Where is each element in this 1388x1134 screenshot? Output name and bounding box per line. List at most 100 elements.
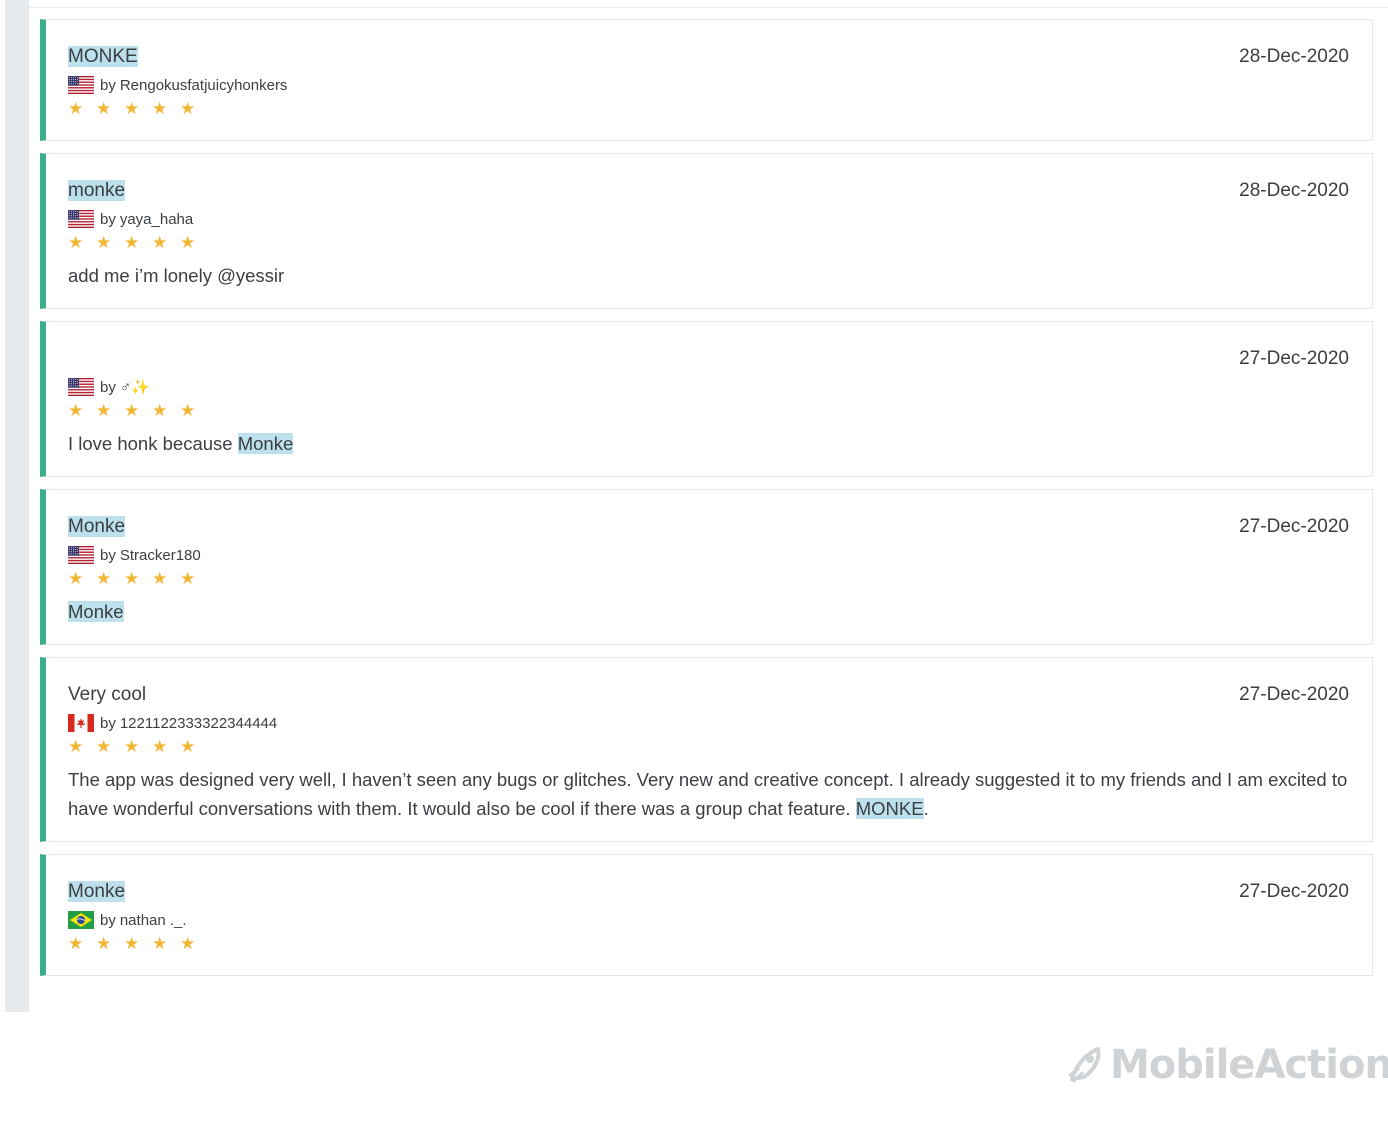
by-label: by [100,546,116,564]
review-card: Very cool 27-Dec-2020 by 122112233332234444… [40,657,1373,842]
star-icon: ★ [152,934,168,953]
review-body: Monke [68,597,1348,626]
review-author-row: by yaya_haha [68,208,1348,230]
by-label: by [100,714,116,732]
star-icon: ★ [180,401,196,420]
us-flag-icon [68,378,94,396]
review-author-row: by ♂✨ [68,376,1348,398]
review-card: Monke 27-Dec-2020 by Stracker180 ★ ★ ★ ★ ★ Monke [40,489,1373,645]
star-icon: ★ [180,569,196,588]
star-icon: ★ [68,99,84,118]
star-icon: ★ [96,99,112,118]
by-label: by [100,911,116,929]
review-date: 27-Dec-2020 [1239,348,1349,369]
review-body: add me i’m lonely @yessir [68,261,1348,290]
left-rail [5,0,29,1012]
review-card: monke 28-Dec-2020 by yaya_haha ★ ★ ★ ★ ★ add me i… [40,153,1373,309]
us-flag-icon [68,76,94,94]
title-text: Very cool [68,684,147,705]
us-flag-icon [68,546,94,564]
star-icon: ★ [68,233,84,252]
review-date: 27-Dec-2020 [1239,881,1349,902]
review-author-row: by 1221122333322344444 [68,712,1348,734]
star-icon: ★ [96,401,112,420]
review-author: nathan ._. [119,911,187,929]
keyword-highlight: MONKE [68,46,138,67]
body-text: . [923,798,929,819]
star-rating: ★ ★ ★ ★ ★ [68,734,1348,760]
star-icon: ★ [152,569,168,588]
star-icon: ★ [152,233,168,252]
by-label: by [100,378,116,396]
star-icon: ★ [124,569,140,588]
star-icon: ★ [124,934,140,953]
review-author: ♂✨ [119,379,150,396]
reviews-viewport: MONKE 28-Dec-2020 by Rengokusfatjuicyhonker… [0,0,1388,1012]
us-flag-icon [68,210,94,228]
review-author: Rengokusfatjuicyhonkers [119,76,288,94]
review-date: 27-Dec-2020 [1239,516,1349,537]
star-icon: ★ [180,233,196,252]
keyword-highlight: Monke [68,881,126,902]
star-icon: ★ [96,569,112,588]
star-icon: ★ [68,401,84,420]
review-author-row: by Stracker180 [68,544,1348,566]
body-text: add me i’m lonely @yessir [68,265,285,286]
star-icon: ★ [152,737,168,756]
review-date: 28-Dec-2020 [1239,180,1349,201]
star-rating: ★ ★ ★ ★ ★ [68,398,1348,424]
star-icon: ★ [152,401,168,420]
star-icon: ★ [96,934,112,953]
star-icon: ★ [96,233,112,252]
star-rating: ★ ★ ★ ★ ★ [68,230,1348,256]
keyword-highlight: Monke [68,516,126,537]
brand-watermark: MobileAction [1066,1041,1388,1089]
by-label: by [100,76,116,94]
keyword-highlight: monke [68,180,126,201]
star-rating: ★ ★ ★ ★ ★ [68,566,1348,592]
review-title [68,346,1348,372]
review-body: I love honk because Monke [68,429,1348,458]
review-author: 1221122333322344444 [119,714,278,732]
review-title: Monke [68,879,1348,905]
review-title: Very cool [68,682,1348,708]
mobileaction-logo-icon [1068,1047,1101,1083]
star-rating: ★ ★ ★ ★ ★ [68,96,1348,122]
brand-name: MobileAction [1110,1042,1388,1088]
by-label: by [100,210,116,228]
review-author: yaya_haha [119,210,194,228]
star-icon: ★ [68,934,84,953]
review-body: The app was designed very well, I haven’… [68,765,1348,823]
review-date: 27-Dec-2020 [1239,684,1349,705]
review-author-row: by nathan ._. [68,909,1348,931]
review-author: Stracker180 [119,546,201,564]
review-title: MONKE [68,44,1348,70]
body-text: I love honk because [68,433,238,454]
star-icon: ★ [180,737,196,756]
keyword-highlight: Monke [237,433,294,454]
star-icon: ★ [96,737,112,756]
star-icon: ★ [124,401,140,420]
review-list: MONKE 28-Dec-2020 by Rengokusfatjuicyhonker… [40,19,1373,988]
star-icon: ★ [124,737,140,756]
review-card: Monke 27-Dec-2020 by nathan ._. ★ ★ ★ ★ ★ [40,854,1373,976]
review-date: 28-Dec-2020 [1239,46,1349,67]
keyword-highlight: MONKE [855,798,924,819]
keyword-highlight: Monke [68,601,124,622]
review-title: Monke [68,514,1348,540]
brazil-flag-icon [68,911,94,929]
star-icon: ★ [124,233,140,252]
star-rating: ★ ★ ★ ★ ★ [68,931,1348,957]
previous-card-edge [29,0,1388,8]
star-icon: ★ [124,99,140,118]
star-icon: ★ [68,569,84,588]
star-icon: ★ [180,99,196,118]
review-card: 27-Dec-2020 by ♂✨ ★ ★ ★ ★ ★ I love honk because … [40,321,1373,477]
review-title: monke [68,178,1348,204]
star-icon: ★ [152,99,168,118]
review-author-row: by Rengokusfatjuicyhonkers [68,74,1348,96]
canada-flag-icon [68,714,94,732]
body-text: The app was designed very well, I haven’… [68,769,1348,819]
review-card: MONKE 28-Dec-2020 by Rengokusfatjuicyhonker… [40,19,1373,141]
star-icon: ★ [180,934,196,953]
